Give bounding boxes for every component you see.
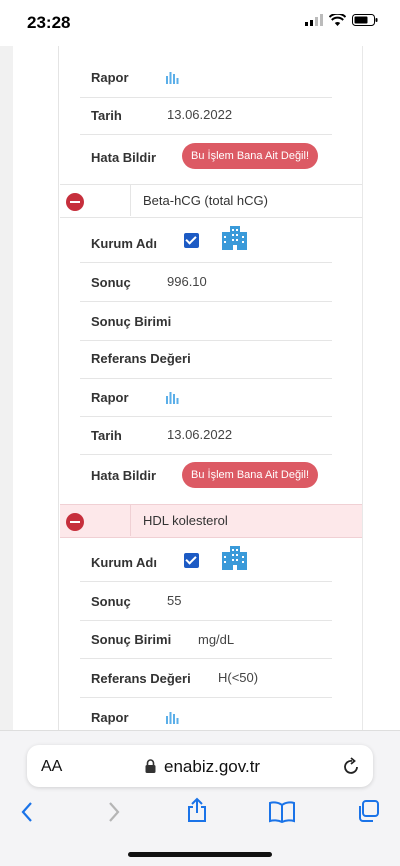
rapor-label: Rapor: [91, 70, 129, 85]
hata-bildir-label: Hata Bildir: [91, 150, 157, 165]
page-content[interactable]: Rapor Tarih 13.06.2022 Hata Bildir Bu İş…: [0, 46, 400, 730]
test-name: Beta-hCG (total hCG): [143, 193, 268, 208]
tarih-label: Tarih: [91, 428, 122, 443]
clock: 23:28: [27, 13, 71, 32]
reload-icon[interactable]: [343, 757, 360, 775]
status-bar: 23:28: [0, 0, 400, 46]
hata-bildir-label: Hata Bildir: [91, 468, 157, 483]
referans-label: Referans Değeri: [91, 671, 191, 686]
kurum-adi-label: Kurum Adı: [91, 236, 157, 251]
sonuc-label: Sonuç: [91, 275, 131, 290]
sonuc-label: Sonuç: [91, 594, 131, 609]
book-icon[interactable]: [268, 801, 296, 823]
browser-toolbar: AA enabiz.gov.tr: [0, 730, 400, 866]
forward-icon[interactable]: [107, 801, 121, 823]
building-icon[interactable]: [221, 544, 248, 571]
referans-value: H(<50): [218, 670, 259, 685]
address-bar[interactable]: AA enabiz.gov.tr: [27, 745, 373, 787]
rail-divider: [58, 46, 59, 730]
sonuc-value: 996.10: [167, 274, 207, 289]
header-divider: [130, 184, 131, 216]
status-icons: [305, 14, 378, 26]
wifi-icon: [329, 14, 346, 26]
text-size-button[interactable]: AA: [41, 758, 62, 776]
tarih-label: Tarih: [91, 108, 122, 123]
rapor-label: Rapor: [91, 710, 129, 725]
tarih-value: 13.06.2022: [167, 107, 233, 122]
sonuc-birimi-label: Sonuç Birimi: [91, 314, 172, 329]
collapse-icon[interactable]: [66, 193, 84, 211]
sonuc-value: 55: [167, 593, 182, 608]
signal-icon: [305, 14, 323, 26]
checkbox-icon[interactable]: [184, 233, 199, 248]
rapor-label: Rapor: [91, 390, 129, 405]
battery-icon: [352, 14, 378, 26]
checkbox-icon[interactable]: [184, 553, 199, 568]
sonuc-birimi-label: Sonuç Birimi: [91, 632, 172, 647]
collapse-icon[interactable]: [66, 513, 84, 531]
url-text[interactable]: enabiz.gov.tr: [164, 757, 260, 777]
report-error-button[interactable]: Bu İşlem Bana Ait Değil!: [182, 143, 319, 169]
bar-chart-icon[interactable]: [166, 70, 180, 84]
referans-label: Referans Değeri: [91, 351, 191, 366]
test-name: HDL kolesterol: [143, 513, 228, 528]
kurum-adi-label: Kurum Adı: [91, 555, 157, 570]
tarih-value: 13.06.2022: [167, 427, 233, 442]
back-icon[interactable]: [20, 801, 34, 823]
header-divider: [130, 504, 131, 536]
report-error-button[interactable]: Bu İşlem Bana Ait Değil!: [182, 462, 319, 488]
tabs-icon[interactable]: [356, 799, 380, 823]
share-icon[interactable]: [186, 797, 208, 823]
rail-divider-right: [362, 46, 363, 730]
sonuc-birimi-value: mg/dL: [198, 632, 235, 647]
lock-icon: [145, 759, 156, 773]
building-icon[interactable]: [221, 224, 248, 251]
left-gutter: [0, 46, 13, 730]
text-size-label: AA: [41, 758, 63, 775]
home-indicator[interactable]: [128, 852, 272, 857]
bar-chart-icon[interactable]: [166, 710, 180, 724]
bar-chart-icon[interactable]: [166, 390, 180, 404]
